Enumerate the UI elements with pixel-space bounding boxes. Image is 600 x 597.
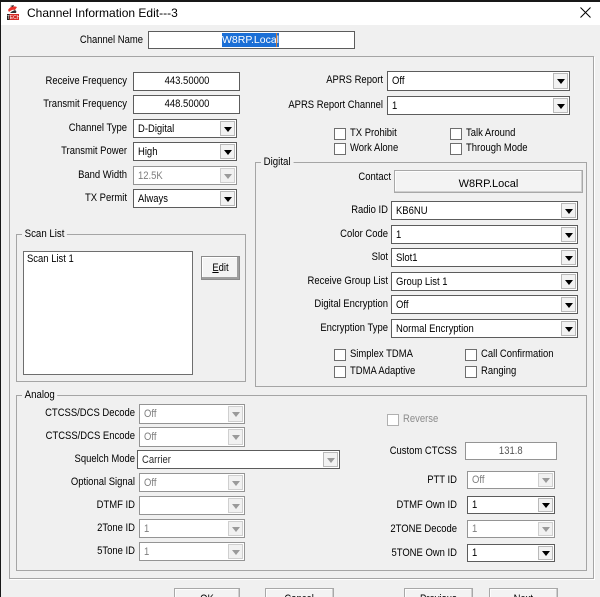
svg-text:TECH: TECH	[7, 15, 20, 21]
